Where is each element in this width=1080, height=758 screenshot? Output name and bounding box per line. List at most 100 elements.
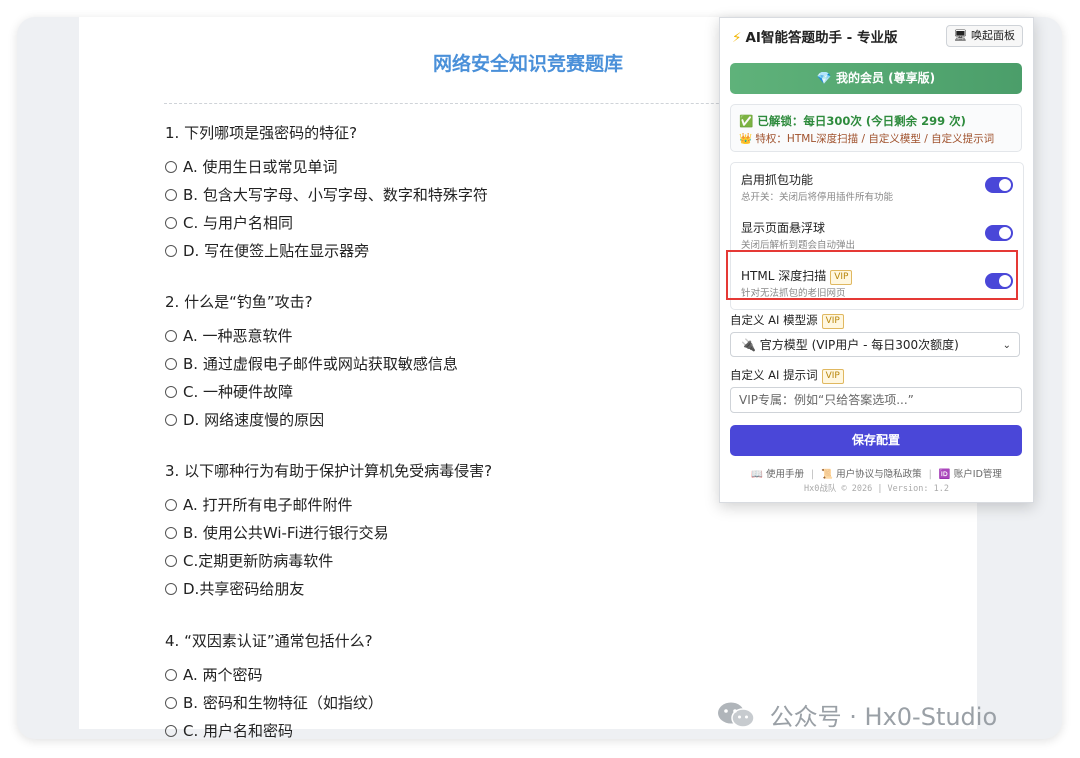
question-text: 1. 下列哪项是强密码的特征? xyxy=(165,124,358,142)
setting-subtitle: 关闭后解析到题会自动弹出 xyxy=(741,240,856,251)
float-ball-toggle[interactable] xyxy=(985,225,1013,241)
awake-panel-button[interactable]: 🖥 唤起面板 xyxy=(945,25,1023,47)
lightning-icon: ⚡ xyxy=(732,30,742,46)
option-radio[interactable]: C. 用户名和密码 xyxy=(165,717,383,739)
separator: | xyxy=(928,469,932,480)
question-2: 2. 什么是“钓鱼”攻击? A. 一种恶意软件 B. 通过虚假电子邮件或网站获取… xyxy=(165,288,458,434)
model-select[interactable]: 🔌 官方模型 (VIP用户 - 每日300次额度) ⌄ xyxy=(730,332,1020,357)
vip-badge: VIP xyxy=(821,314,844,329)
option-radio[interactable]: C.定期更新防病毒软件 xyxy=(165,547,492,575)
diamond-icon: 💎 xyxy=(816,71,832,85)
member-button[interactable]: 💎 我的会员 (尊享版) xyxy=(730,63,1022,94)
radio-icon[interactable] xyxy=(165,245,177,257)
capture-toggle[interactable] xyxy=(985,177,1013,193)
option-label: C. 一种硬件故障 xyxy=(183,383,294,401)
option-label: A. 两个密码 xyxy=(183,666,263,684)
plug-icon: 🔌 xyxy=(741,338,756,352)
option-radio[interactable]: A. 打开所有电子邮件附件 xyxy=(165,491,492,519)
option-label: D. 写在便签上贴在显示器旁 xyxy=(183,242,370,260)
question-text: 4. “双因素认证”通常包括什么? xyxy=(165,632,373,650)
option-radio[interactable]: B. 使用公共Wi-Fi进行银行交易 xyxy=(165,519,492,547)
question-3: 3. 以下哪种行为有助于保护计算机免受病毒侵害? A. 打开所有电子邮件附件 B… xyxy=(165,457,492,603)
question-text: 2. 什么是“钓鱼”攻击? xyxy=(165,293,313,311)
radio-icon[interactable] xyxy=(165,161,177,173)
option-radio[interactable]: A. 使用生日或常见单词 xyxy=(165,153,488,181)
prompt-label-wrap: 自定义 AI 提示词 VIP xyxy=(730,367,844,384)
setting-title: 显示页面悬浮球 xyxy=(741,221,826,235)
option-radio[interactable]: B. 通过虚假电子邮件或网站获取敏感信息 xyxy=(165,350,458,378)
watermark-text: 公众号 · Hx0-Studio xyxy=(769,703,998,731)
model-label-wrap: 自定义 AI 模型源 VIP xyxy=(730,312,844,329)
radio-icon[interactable] xyxy=(165,217,177,229)
manual-link[interactable]: 使用手册 xyxy=(766,469,804,480)
status-privilege: 👑 特权：HTML深度扫描 / 自定义模型 / 自定义提示词 xyxy=(739,131,994,146)
save-config-button[interactable]: 保存配置 xyxy=(730,425,1022,456)
model-label: 自定义 AI 模型源 xyxy=(730,313,818,327)
id-icon: 🆔 xyxy=(938,469,951,480)
membership-status: ✅ 已解锁：每日300次 (今日剩余 299 次) 👑 特权：HTML深度扫描 … xyxy=(730,104,1022,152)
status-unlocked: ✅ 已解锁：每日300次 (今日剩余 299 次) xyxy=(739,113,966,129)
option-radio[interactable]: B. 密码和生物特征（如指纹） xyxy=(165,689,383,717)
question-4: 4. “双因素认证”通常包括什么? A. 两个密码 B. 密码和生物特征（如指纹… xyxy=(165,627,383,739)
check-icon: ✅ xyxy=(739,114,754,128)
option-radio[interactable]: A. 两个密码 xyxy=(165,661,383,689)
chevron-down-icon: ⌄ xyxy=(1002,340,1011,351)
status-line-2: 特权：HTML深度扫描 / 自定义模型 / 自定义提示词 xyxy=(755,133,995,145)
radio-icon[interactable] xyxy=(165,669,177,681)
radio-icon[interactable] xyxy=(165,189,177,201)
option-radio[interactable]: A. 一种恶意软件 xyxy=(165,322,458,350)
account-link[interactable]: 账户ID管理 xyxy=(954,469,1002,480)
member-button-label: 我的会员 (尊享版) xyxy=(835,71,936,85)
setting-title: 启用抓包功能 xyxy=(741,173,814,187)
toggle-knob xyxy=(999,179,1011,191)
watermark: 公众号 · Hx0-Studio xyxy=(716,697,997,732)
radio-icon[interactable] xyxy=(165,725,177,737)
radio-icon[interactable] xyxy=(165,527,177,539)
option-label: A. 打开所有电子邮件附件 xyxy=(183,496,353,514)
monitor-icon: 🖥 xyxy=(953,29,968,42)
footer-links: 📖 使用手册 | 📜 用户协议与隐私政策 | 🆔 账户ID管理 xyxy=(720,466,1033,480)
prompt-label: 自定义 AI 提示词 xyxy=(730,368,818,382)
panel-header: ⚡ AI智能答题助手 - 专业版 🖥 唤起面板 xyxy=(720,18,1033,52)
option-label: C. 与用户名相同 xyxy=(183,214,294,232)
model-select-value: 官方模型 (VIP用户 - 每日300次额度) xyxy=(759,338,959,352)
radio-icon[interactable] xyxy=(165,386,177,398)
question-text: 3. 以下哪种行为有助于保护计算机免受病毒侵害? xyxy=(165,462,493,480)
radio-icon[interactable] xyxy=(165,583,177,595)
question-1: 1. 下列哪项是强密码的特征? A. 使用生日或常见单词 B. 包含大写字母、小… xyxy=(165,119,488,265)
crown-icon: 👑 xyxy=(739,133,753,145)
radio-icon[interactable] xyxy=(165,414,177,426)
setting-capture: 启用抓包功能 总开关：关闭后将停用插件所有功能 xyxy=(731,163,1023,209)
wechat-icon xyxy=(718,702,755,728)
book-icon: 📖 xyxy=(751,469,763,480)
panel-title: AI智能答题助手 - 专业版 xyxy=(745,30,898,46)
option-label: A. 一种恶意软件 xyxy=(183,327,293,345)
option-radio[interactable]: D.共享密码给朋友 xyxy=(165,575,492,603)
option-label: B. 通过虚假电子邮件或网站获取敏感信息 xyxy=(183,355,458,373)
radio-icon[interactable] xyxy=(165,499,177,511)
panel-title-wrap: ⚡ AI智能答题助手 - 专业版 xyxy=(732,26,897,46)
option-radio[interactable]: D. 写在便签上贴在显示器旁 xyxy=(165,237,488,265)
policy-link[interactable]: 用户协议与隐私政策 xyxy=(836,469,922,480)
option-label: A. 使用生日或常见单词 xyxy=(183,158,338,176)
radio-icon[interactable] xyxy=(165,330,177,342)
status-line-1: 已解锁：每日300次 (今日剩余 299 次) xyxy=(757,114,966,128)
highlight-box xyxy=(726,250,1018,300)
radio-icon[interactable] xyxy=(165,358,177,370)
title-divider xyxy=(164,103,764,104)
option-radio[interactable]: C. 一种硬件故障 xyxy=(165,378,458,406)
option-radio[interactable]: B. 包含大写字母、小写字母、数字和特殊字符 xyxy=(165,181,488,209)
option-radio[interactable]: D. 网络速度慢的原因 xyxy=(165,406,458,434)
prompt-input[interactable] xyxy=(730,387,1022,413)
option-label: D. 网络速度慢的原因 xyxy=(183,411,325,429)
separator: | xyxy=(811,469,815,480)
copyright: Hx0战队 © 2026 | Version: 1.2 xyxy=(804,484,949,494)
radio-icon[interactable] xyxy=(165,555,177,567)
setting-subtitle: 总开关：关闭后将停用插件所有功能 xyxy=(741,192,894,203)
document-icon: 📜 xyxy=(821,469,834,480)
vip-badge: VIP xyxy=(821,369,844,384)
option-label: D.共享密码给朋友 xyxy=(183,580,305,598)
option-radio[interactable]: C. 与用户名相同 xyxy=(165,209,488,237)
radio-icon[interactable] xyxy=(165,697,177,709)
option-label: C.定期更新防病毒软件 xyxy=(183,552,334,570)
